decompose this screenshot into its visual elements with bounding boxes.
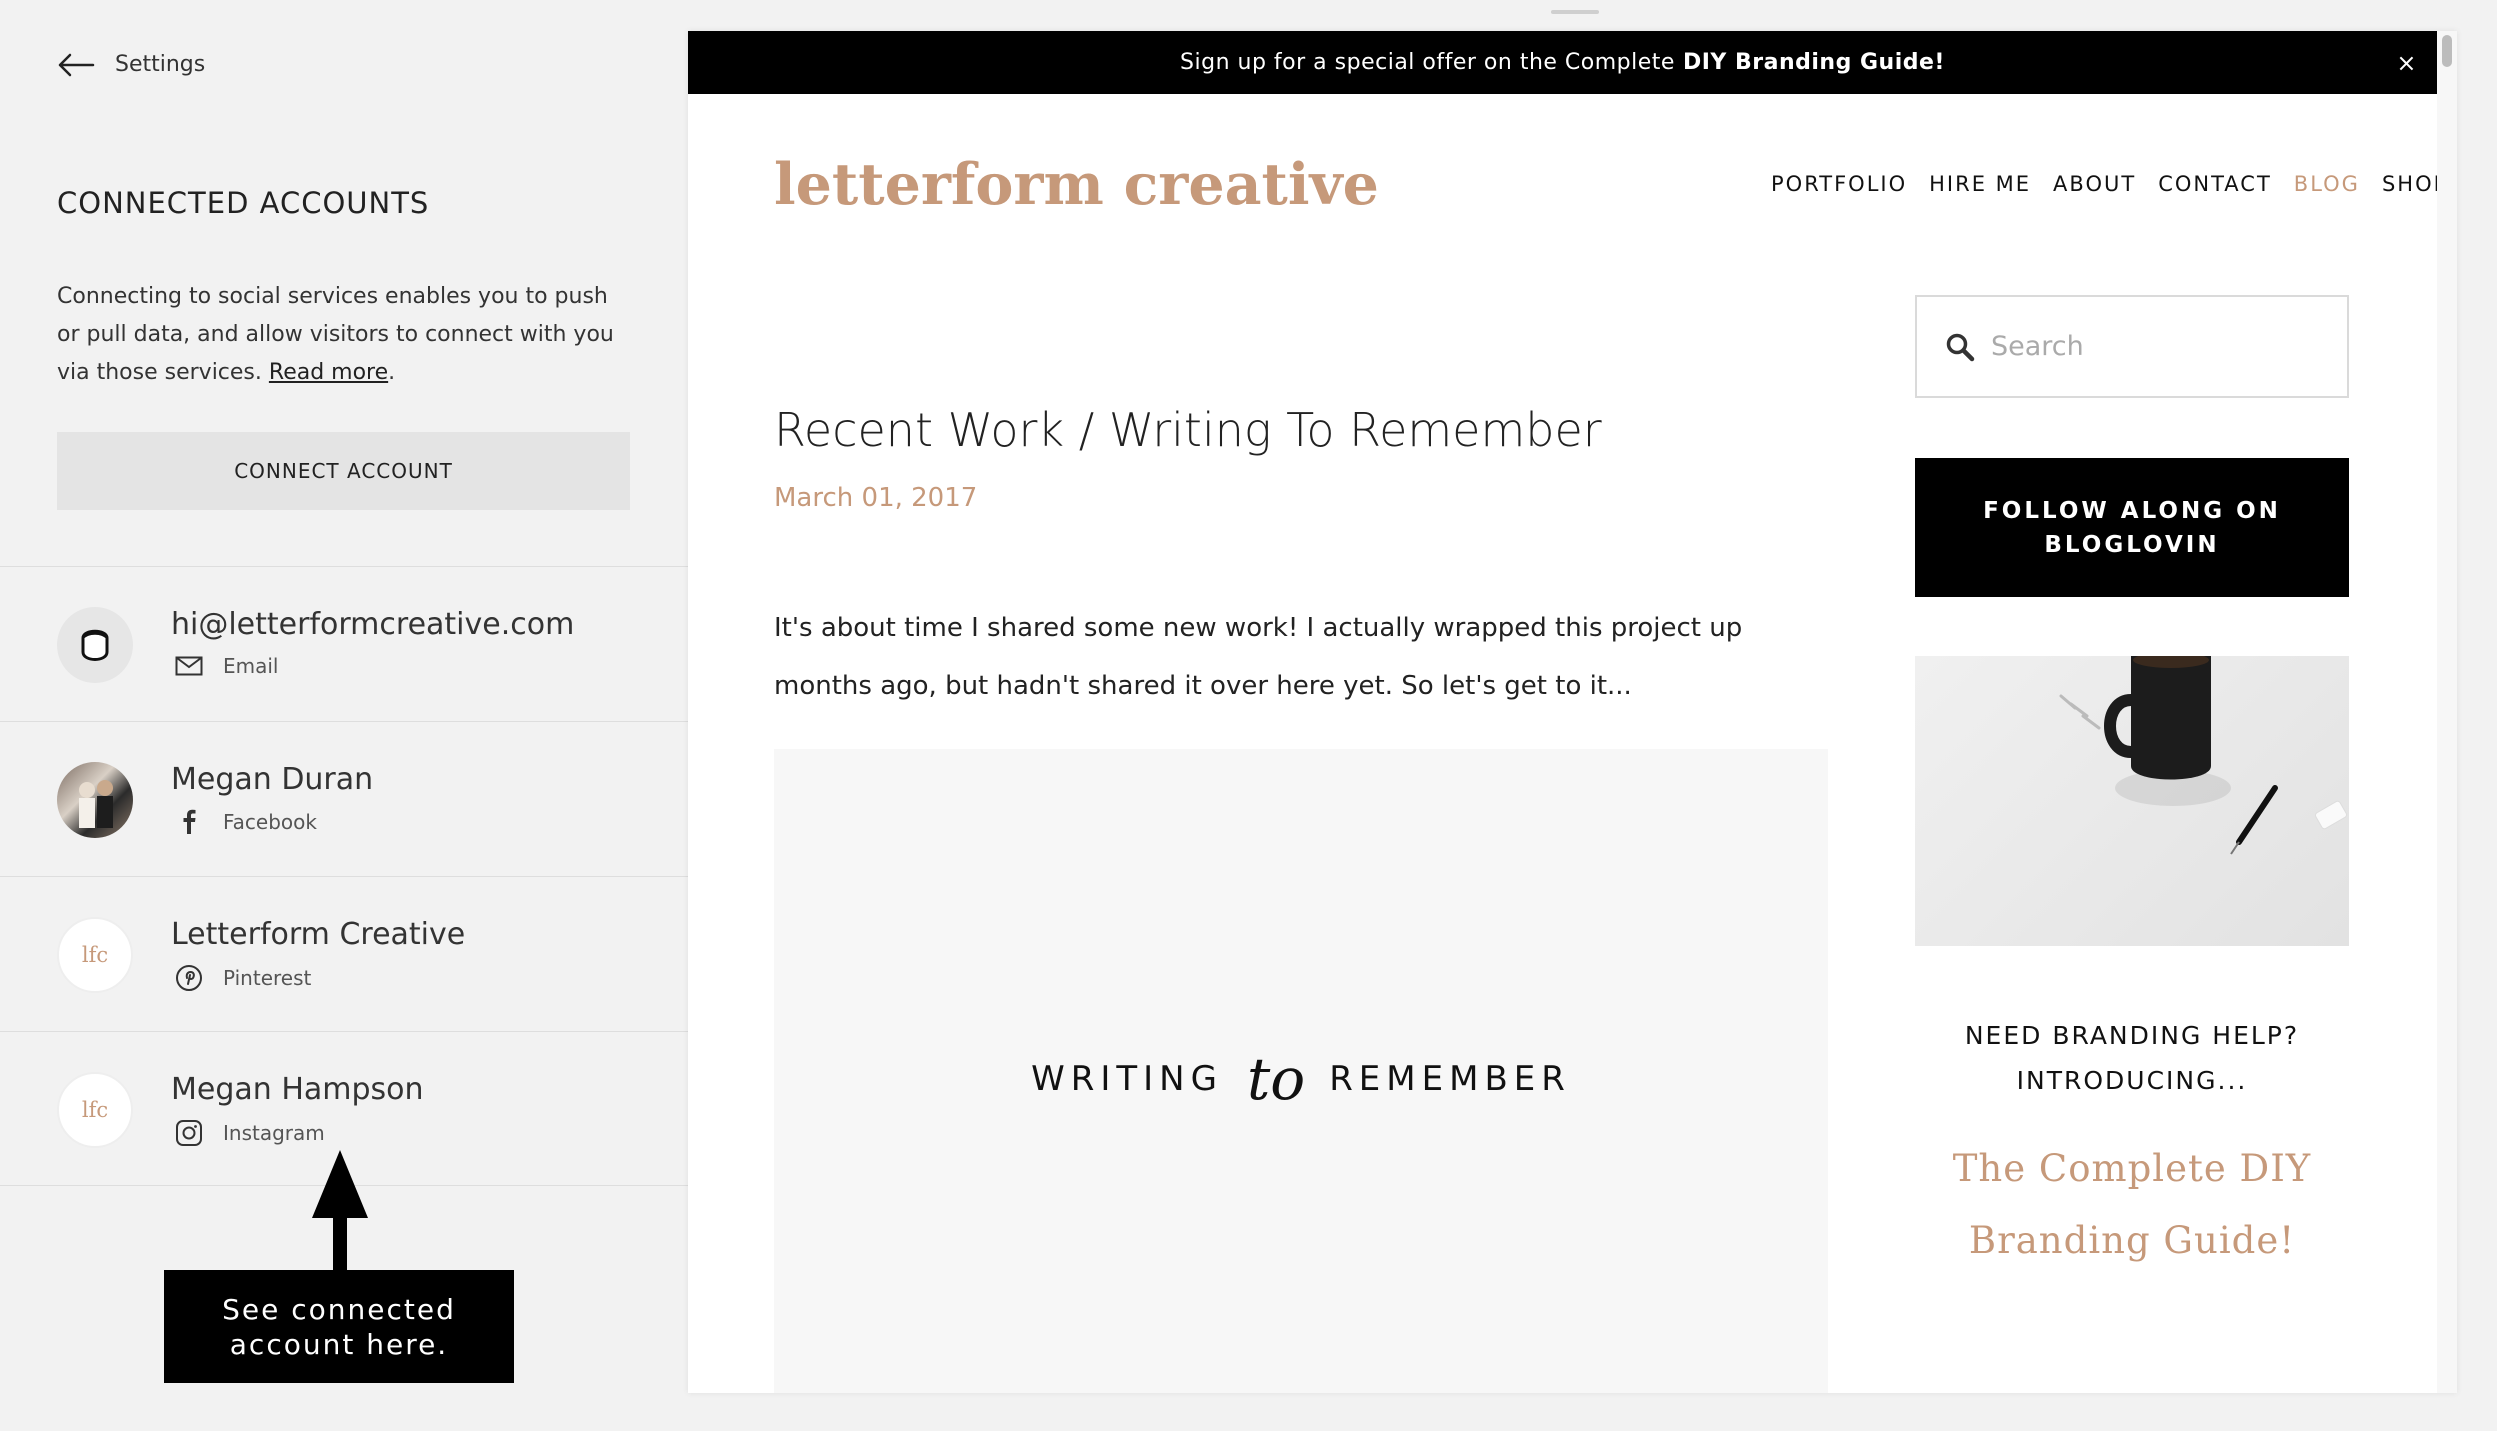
avatar [57, 607, 133, 683]
post-date: March 01, 2017 [774, 483, 978, 513]
post-body: It's about time I shared some new work! … [774, 613, 1743, 701]
pinterest-icon [176, 965, 202, 991]
connect-account-button[interactable]: CONNECT ACCOUNT [57, 432, 630, 510]
account-service-label: Instagram [223, 1121, 325, 1145]
promo-text: Sign up for a special offer on the Compl… [1180, 50, 1675, 75]
facebook-icon [183, 809, 196, 834]
scrollbar[interactable] [2437, 31, 2457, 1393]
search-box[interactable] [1915, 295, 2349, 398]
annotation-callout: See connected account here. [164, 1270, 514, 1383]
account-service: Email [175, 654, 279, 678]
drag-handle[interactable] [1551, 10, 1599, 14]
nav-contact[interactable]: CONTACT [2158, 172, 2272, 196]
account-item-pinterest[interactable]: lfc Letterform Creative Pinterest [0, 876, 688, 1031]
back-to-settings[interactable]: Settings [57, 52, 205, 77]
account-service-label: Facebook [223, 810, 317, 834]
account-service: Pinterest [175, 964, 311, 992]
avatar [57, 762, 133, 838]
account-name: Megan Duran [171, 762, 374, 797]
account-service: Instagram [175, 1119, 325, 1147]
promo-bold-text: DIY Branding Guide! [1682, 50, 1945, 75]
description-end: . [388, 360, 396, 385]
brand-logo: lfc [57, 1072, 133, 1148]
instagram-icon [176, 1120, 202, 1146]
nav-blog[interactable]: BLOG [2294, 172, 2360, 196]
account-list: hi@letterformcreative.com Email Megan Du [0, 566, 688, 1186]
search-icon [1946, 333, 1975, 361]
nav-portfolio[interactable]: PORTFOLIO [1771, 172, 1907, 196]
account-service-label: Email [223, 654, 279, 678]
desk-photo [1915, 656, 2349, 946]
wedding-photo-icon [79, 780, 113, 828]
search-input[interactable] [1991, 331, 2291, 362]
account-name: hi@letterformcreative.com [171, 607, 575, 642]
account-item-email[interactable]: hi@letterformcreative.com Email [0, 566, 688, 721]
back-label: Settings [115, 52, 206, 77]
branding-guide-link[interactable]: The Complete DIY Branding Guide! [1915, 1133, 2349, 1277]
post-featured-image: WRITING to REMEMBER [774, 749, 1828, 1393]
nav-hire-me[interactable]: HIRE ME [1929, 172, 2031, 196]
default-avatar-icon [81, 629, 109, 661]
scrollbar-thumb[interactable] [2442, 35, 2452, 67]
site-logo[interactable]: letterform creative [774, 151, 1379, 218]
account-service: Facebook [175, 809, 317, 835]
page-title: CONNECTED ACCOUNTS [57, 186, 430, 220]
nav-about[interactable]: ABOUT [2053, 172, 2136, 196]
account-item-facebook[interactable]: Megan Duran Facebook [0, 721, 688, 876]
account-name: Megan Hampson [171, 1072, 424, 1107]
mail-icon [175, 656, 203, 676]
connected-accounts-panel: Settings CONNECTED ACCOUNTS Connecting t… [0, 0, 688, 1431]
close-icon[interactable]: × [2396, 49, 2417, 77]
arrow-up-icon [312, 1150, 368, 1275]
promo-bar[interactable]: Sign up for a special offer on the Compl… [688, 31, 2437, 94]
post-title[interactable]: Recent Work / Writing To Remember [774, 403, 1602, 457]
site-navigation: PORTFOLIO HIRE ME ABOUT CONTACT BLOG SHO… [1771, 172, 2448, 196]
image-script-word: to [1246, 1045, 1306, 1113]
coffee-mug-image [2059, 656, 2348, 855]
site-preview: Sign up for a special offer on the Compl… [688, 31, 2457, 1393]
brand-logo: lfc [57, 917, 133, 993]
account-service-label: Pinterest [223, 966, 312, 990]
image-word: REMEMBER [1329, 1059, 1571, 1099]
arrow-left-icon [58, 53, 95, 76]
image-word: WRITING [1031, 1059, 1223, 1099]
branding-help-heading: NEED BRANDING HELP? INTRODUCING... [1964, 1021, 2300, 1095]
follow-bloglovin-button[interactable]: FOLLOW ALONG ON BLOGLOVIN [1915, 458, 2349, 597]
account-name: Letterform Creative [171, 917, 466, 952]
panel-description: Connecting to social services enables yo… [57, 278, 637, 392]
read-more-link[interactable]: Read more [269, 360, 388, 385]
